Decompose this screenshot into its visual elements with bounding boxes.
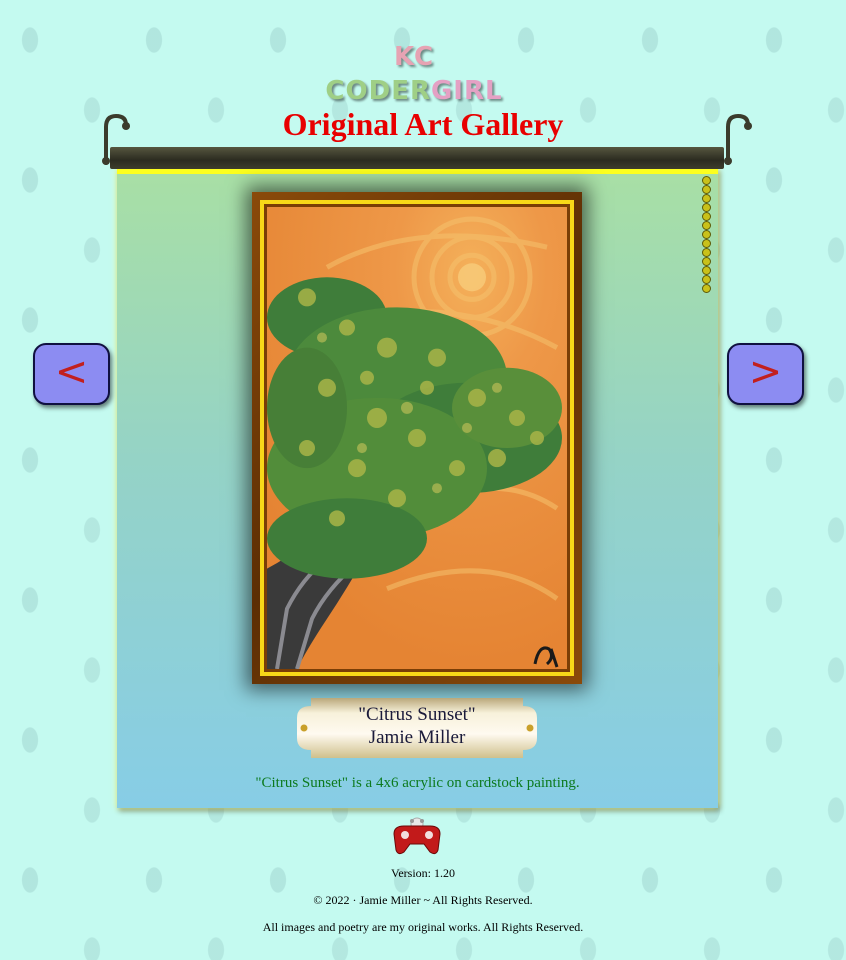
rights-notice: All images and poetry are my original wo… xyxy=(262,920,584,934)
logo-word-kc: KC xyxy=(393,42,435,72)
painting-frame-gold-border xyxy=(260,200,574,676)
nameplate xyxy=(297,698,537,758)
logo-word-girl: GIRL xyxy=(430,76,503,106)
version-text: Version: 1.20 xyxy=(391,866,455,880)
artwork-description: "Citrus Sunset" is a 4x6 acrylic on card… xyxy=(255,775,580,791)
game-controller-icon[interactable] xyxy=(390,816,444,856)
gallery-title: Original Art Gallery xyxy=(282,106,564,142)
painting-frame xyxy=(252,192,582,684)
next-button[interactable]: > xyxy=(727,343,804,405)
copyright-text: © 2022 · Jamie Miller ~ All Rights Reser… xyxy=(313,893,533,907)
site-logo[interactable]: KC CODERGIRL xyxy=(316,40,512,106)
painting-image[interactable] xyxy=(267,207,567,669)
previous-button[interactable]: < xyxy=(33,343,110,405)
hanging-rod xyxy=(110,147,724,169)
pull-chain-icon[interactable] xyxy=(702,176,712,293)
logo-word-coder: CODER xyxy=(325,76,431,106)
